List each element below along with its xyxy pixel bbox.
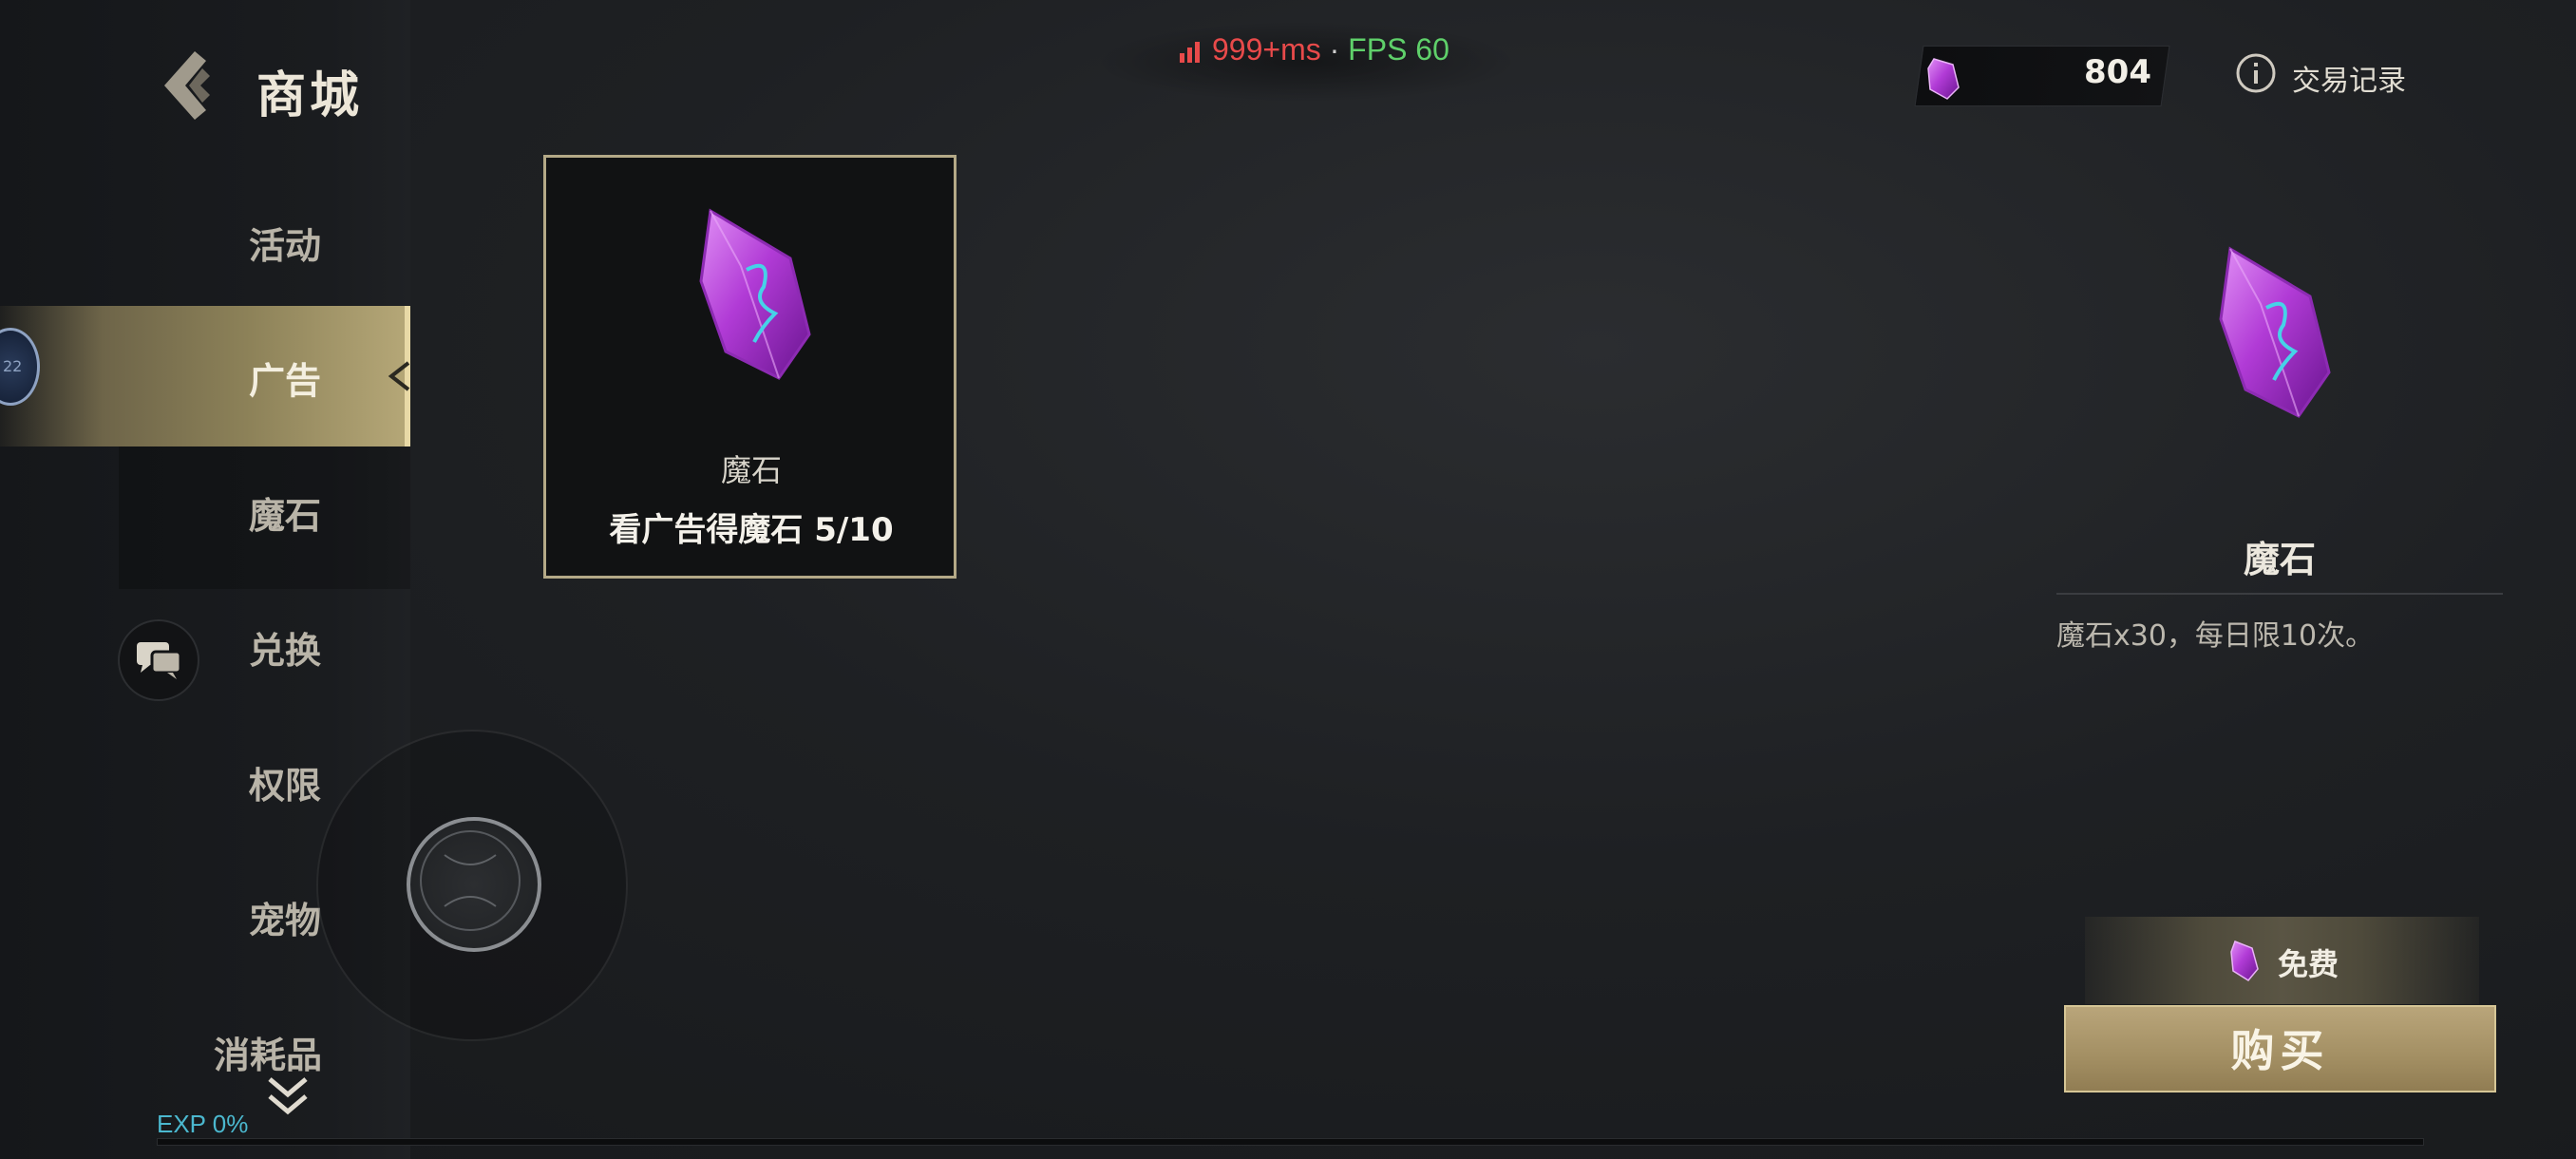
currency-amount: 804 (2084, 53, 2151, 91)
detail-divider (2056, 593, 2503, 595)
chat-button[interactable] (118, 619, 199, 701)
avatar-level: 22 (3, 357, 23, 375)
trade-record-link[interactable]: 交易记录 (2292, 57, 2406, 99)
detail-description: 魔石x30，每日限10次。 (2056, 619, 2375, 653)
double-chevron-down-icon[interactable] (264, 1074, 312, 1119)
sidebar-item-magic-stone[interactable]: 魔石 (190, 486, 380, 539)
joystick-ornament-icon (420, 830, 521, 931)
chat-bubbles-icon (137, 642, 182, 679)
back-arrow-icon[interactable] (157, 48, 223, 124)
joystick-knob[interactable] (407, 817, 541, 952)
magic-stone-icon (699, 208, 811, 380)
exp-bar (157, 1138, 2424, 1146)
info-icon[interactable] (2235, 52, 2277, 94)
ping-value: 999+ms (1212, 32, 1321, 66)
ad-card-progress: 看广告得魔石 5/10 (609, 511, 894, 549)
fps-value: FPS 60 (1348, 32, 1449, 66)
signal-bars-icon (1180, 41, 1200, 63)
exp-label: EXP 0% (157, 1110, 249, 1138)
ad-card-item-name: 魔石 (720, 452, 782, 488)
status-separator: · (1320, 32, 1349, 66)
network-status: 999+ms · FPS 60 (1178, 32, 1449, 67)
sidebar-item-consumables[interactable]: 消耗品 (173, 1026, 363, 1078)
page-title: 商城 (256, 67, 364, 124)
sidebar-item-activity[interactable]: 活动 (190, 217, 380, 269)
magic-stone-icon (2230, 940, 2259, 981)
sidebar-item-ads[interactable]: 广告 (190, 352, 380, 404)
magic-stone-icon (1927, 58, 1960, 100)
caret-left-icon (388, 361, 410, 391)
sidebar-item-exchange[interactable]: 兑换 (190, 621, 380, 674)
price-label: 免费 (2278, 946, 2339, 982)
detail-item-name: 魔石 (2243, 539, 2316, 580)
magic-stone-icon (2219, 246, 2331, 418)
buy-button-label[interactable]: 购买 (2064, 1016, 2496, 1079)
